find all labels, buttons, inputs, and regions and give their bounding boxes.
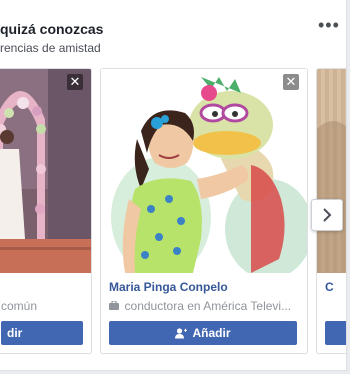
occupation-title: conductora (124, 299, 184, 313)
mutual-friends-text: común (1, 299, 38, 313)
add-friend-button[interactable]: Añadir (109, 321, 297, 345)
suggestion-name[interactable]: Maria Pinga Conpelo (109, 280, 228, 294)
close-icon[interactable]: ✕ (67, 74, 83, 90)
profile-photo-main[interactable]: ✕ (101, 69, 307, 273)
panel-subtitle: rencias de amistad (0, 41, 101, 55)
add-friend-icon (175, 327, 188, 338)
add-friend-button-right[interactable] (325, 321, 346, 345)
close-icon[interactable]: ✕ (283, 74, 299, 90)
briefcase-icon (109, 300, 122, 312)
people-you-may-know-panel: quizá conozcas rencias de amistad ••• ✕ … (0, 0, 347, 371)
profile-photo-right[interactable] (317, 69, 346, 273)
chevron-right-icon (323, 208, 332, 222)
occupation-organization[interactable]: América Televi... (203, 299, 291, 313)
suggestion-name-right[interactable]: C (325, 280, 334, 294)
suggestion-card-left: ✕ común dir (0, 68, 92, 354)
carousel-next-button[interactable] (311, 199, 343, 231)
suggestion-card-main: ✕ Maria Pinga Conpelo conductora en Amér… (100, 68, 308, 354)
add-friend-label: Añadir (192, 326, 231, 340)
occupation-connector: en (187, 299, 201, 313)
suggestion-occupation: conductora en América Televi... (109, 299, 291, 313)
more-options-button[interactable]: ••• (318, 16, 339, 36)
add-friend-button-left[interactable]: dir (1, 321, 83, 345)
panel-title: quizá conozcas (0, 21, 104, 37)
profile-photo-left[interactable]: ✕ (0, 69, 91, 273)
